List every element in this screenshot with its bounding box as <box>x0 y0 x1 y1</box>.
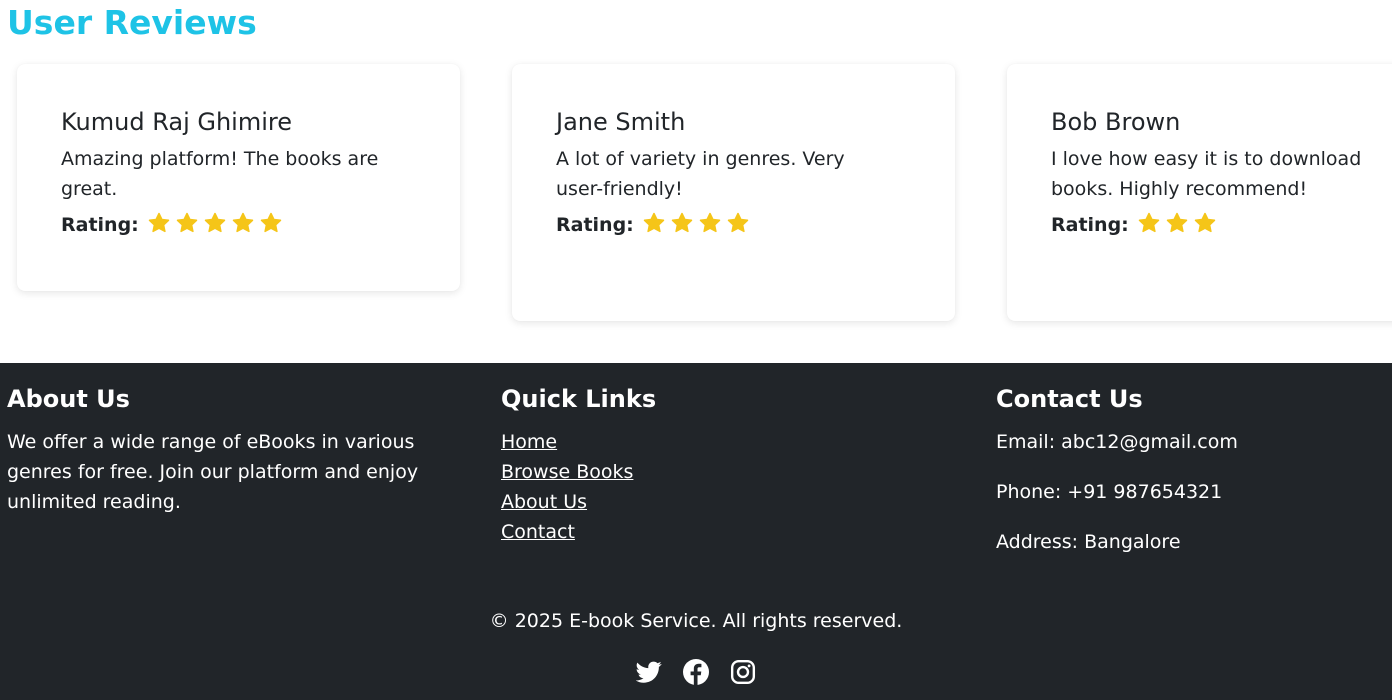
rating-label: Rating: <box>556 214 634 236</box>
reviewer-name: Kumud Raj Ghimire <box>61 108 292 136</box>
page-title: User Reviews <box>7 3 257 42</box>
about-text: We offer a wide range of eBooks in vario… <box>7 431 419 513</box>
facebook-icon[interactable] <box>683 659 709 685</box>
review-text: I love how easy it is to download books.… <box>1051 148 1362 200</box>
rating-label: Rating: <box>1051 214 1129 236</box>
footer-heading: About Us <box>7 385 130 413</box>
star-icon <box>203 211 227 235</box>
star-icon <box>259 211 283 235</box>
star-icon <box>726 211 750 235</box>
footer-about: About Us We offer a wide range of eBooks… <box>7 383 467 517</box>
copyright-text: © 2025 E-book Service. All rights reserv… <box>489 610 903 632</box>
review-text: Amazing platform! The books are great. <box>61 148 379 200</box>
rating-stars <box>642 211 754 239</box>
star-icon <box>642 211 666 235</box>
contact-address: Address: Bangalore <box>996 531 1181 553</box>
footer-heading: Quick Links <box>501 385 657 413</box>
contact-email: Email: abc12@gmail.com <box>996 431 1238 453</box>
rating: Rating: <box>1051 210 1392 240</box>
star-icon <box>231 211 255 235</box>
contact-phone: Phone: +91 987654321 <box>996 481 1223 503</box>
footer-contact: Contact Us Email: abc12@gmail.com Phone:… <box>996 383 1386 577</box>
rating-label: Rating: <box>61 214 139 236</box>
twitter-icon[interactable] <box>636 659 662 685</box>
star-icon <box>1193 211 1217 235</box>
rating-stars <box>147 211 287 239</box>
footer-quick-links: Quick Links Home Browse Books About Us C… <box>501 383 941 547</box>
star-icon <box>175 211 199 235</box>
footer-link-browse-books[interactable]: Browse Books <box>501 457 941 487</box>
review-card: Kumud Raj Ghimire Amazing platform! The … <box>17 64 460 291</box>
footer-heading: Contact Us <box>996 385 1143 413</box>
footer-link-about-us[interactable]: About Us <box>501 487 941 517</box>
star-icon <box>698 211 722 235</box>
reviewer-name: Jane Smith <box>556 108 686 136</box>
footer-link-home[interactable]: Home <box>501 427 941 457</box>
rating-stars <box>1137 211 1221 239</box>
rating: Rating: <box>556 210 911 240</box>
star-icon <box>1137 211 1161 235</box>
reviews-section: Kumud Raj Ghimire Amazing platform! The … <box>0 0 1392 363</box>
review-card: Bob Brown I love how easy it is to downl… <box>1007 64 1392 321</box>
rating: Rating: <box>61 210 416 240</box>
review-card: Jane Smith A lot of variety in genres. V… <box>512 64 955 321</box>
reviewer-name: Bob Brown <box>1051 108 1181 136</box>
star-icon <box>147 211 171 235</box>
star-icon <box>1165 211 1189 235</box>
social-links <box>0 659 1392 685</box>
star-icon <box>670 211 694 235</box>
footer-link-contact[interactable]: Contact <box>501 517 941 547</box>
site-footer: About Us We offer a wide range of eBooks… <box>0 363 1392 700</box>
review-text: A lot of variety in genres. Very user-fr… <box>556 148 845 200</box>
instagram-icon[interactable] <box>730 659 756 685</box>
